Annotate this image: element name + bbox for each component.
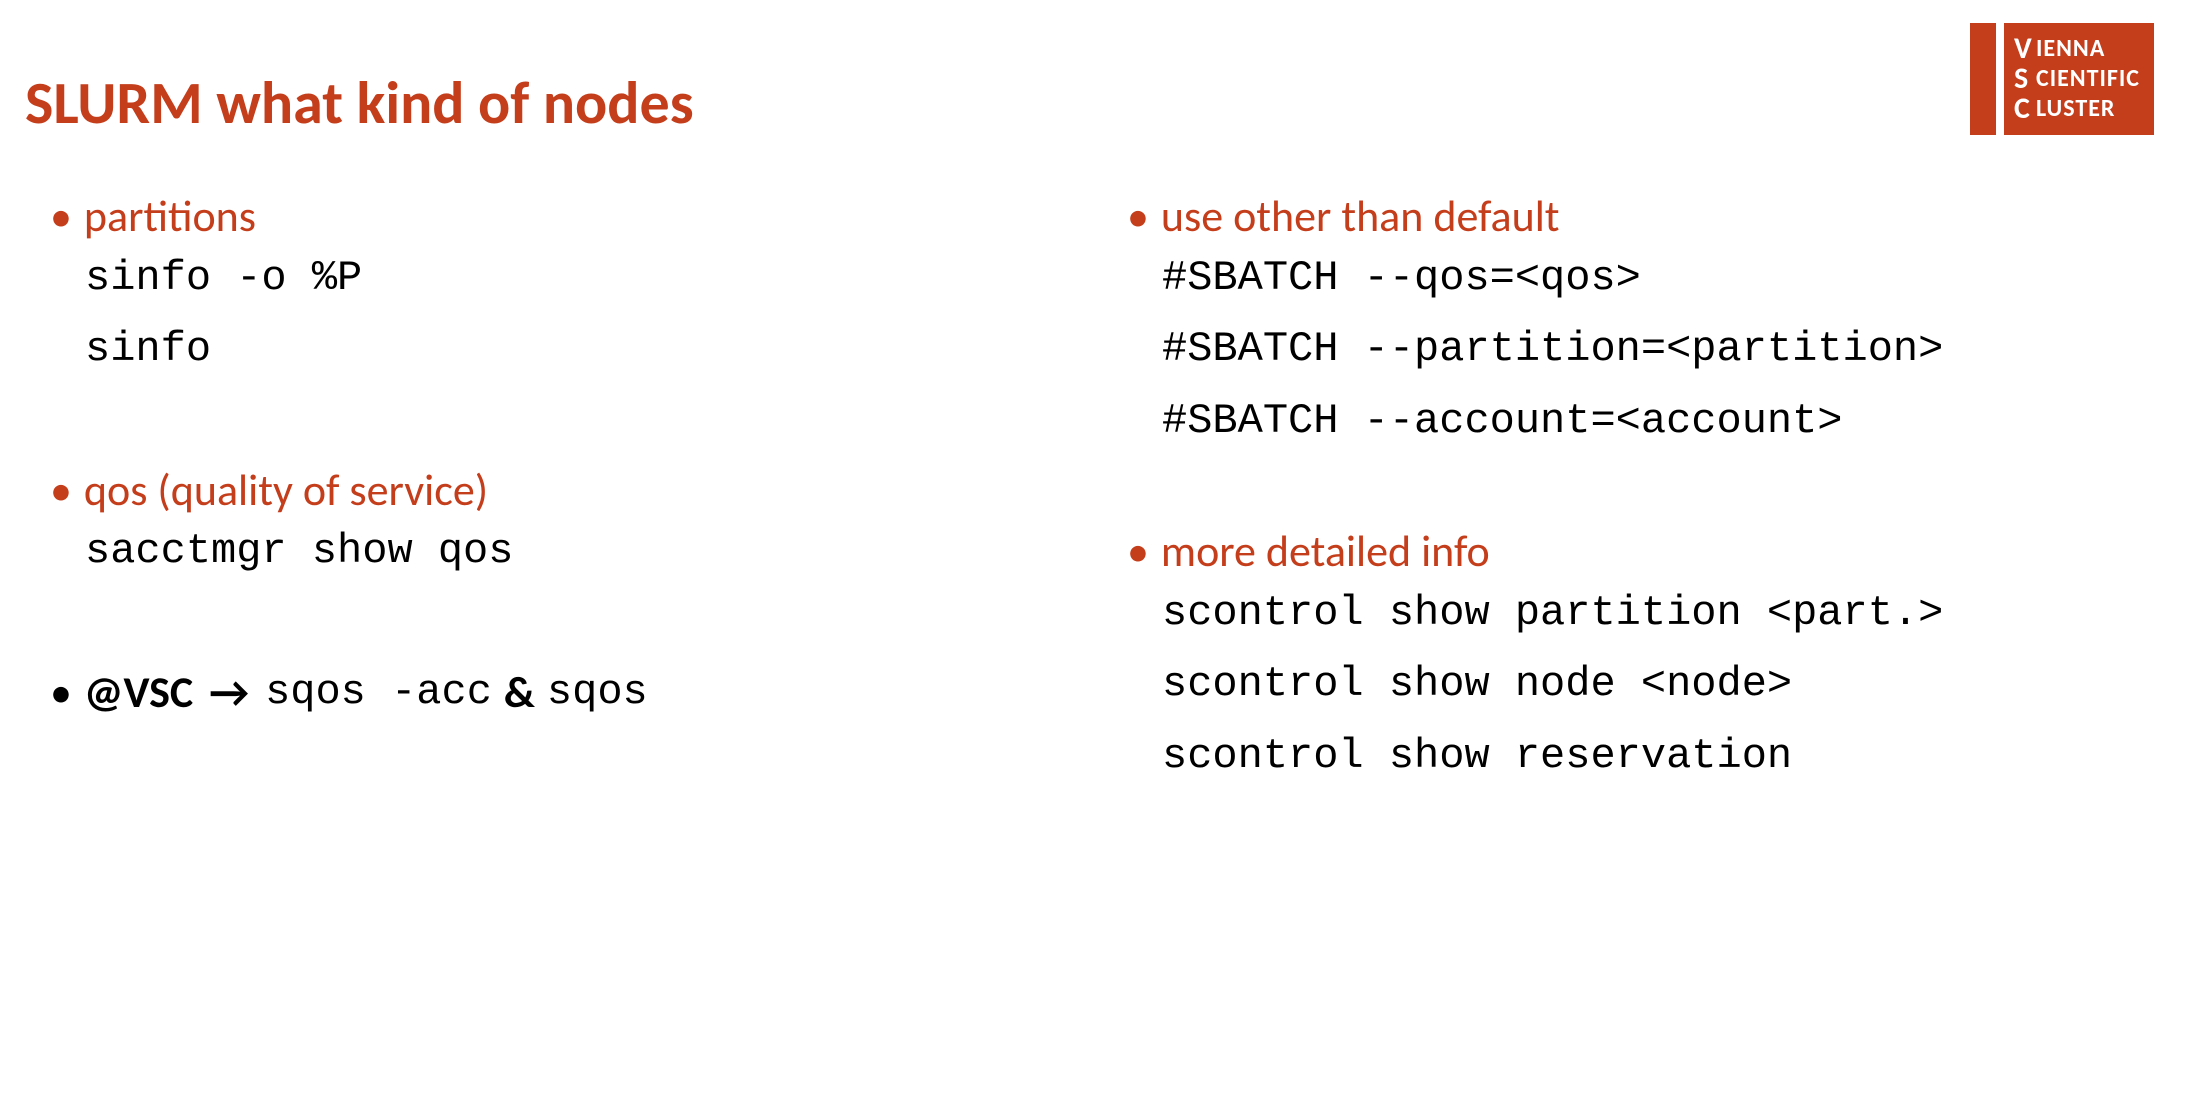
cmd-scontrol-node: scontrol show node <node>: [1127, 649, 2154, 720]
cmd-scontrol-reservation: scontrol show reservation: [1127, 721, 2154, 792]
heading-detailed-info: more detailed info: [1161, 525, 1490, 578]
left-column: • partitions sinfo -o %P sinfo • qos (qu…: [50, 190, 1117, 800]
bullet-atvsc: • @VSC → sqos -acc & sqos: [50, 666, 1077, 719]
right-column: • use other than default #SBATCH --qos=<…: [1117, 190, 2154, 800]
logo-letter-c: C: [2014, 94, 2036, 124]
logo-accent-bar: [1970, 23, 1996, 135]
bullet-qos: • qos (quality of service) sacctmgr show…: [50, 464, 1077, 588]
cmd-sbatch-partition: #SBATCH --partition=<partition>: [1127, 314, 2154, 385]
cmd-scontrol-partition: scontrol show partition <part.>: [1127, 578, 2154, 649]
cmd-sqos-acc: sqos -acc: [265, 667, 492, 717]
cmd-sinfo-op: sinfo -o %P: [50, 243, 1077, 314]
bullet-marker-icon: •: [50, 464, 72, 517]
bullet-use-other: • use other than default #SBATCH --qos=<…: [1127, 190, 2154, 457]
logo-text-luster: LUSTER: [2036, 97, 2115, 121]
heading-use-other: use other than default: [1161, 190, 1560, 243]
cmd-sbatch-qos: #SBATCH --qos=<qos>: [1127, 243, 2154, 314]
logo-text-cientific: CIENTIFIC: [2036, 67, 2140, 91]
bullet-detailed-info: • more detailed info scontrol show parti…: [1127, 525, 2154, 792]
cmd-sinfo: sinfo: [50, 314, 1077, 385]
bullet-marker-icon: •: [1127, 525, 1149, 578]
content-area: • partitions sinfo -o %P sinfo • qos (qu…: [50, 190, 2154, 800]
logo-text-ienna: IENNA: [2036, 37, 2105, 61]
cmd-sqos: sqos: [547, 667, 648, 717]
heading-qos: qos (quality of service): [84, 464, 488, 517]
bullet-marker-icon: •: [50, 190, 72, 243]
bullet-marker-icon: •: [50, 666, 72, 719]
heading-partitions: partitions: [84, 190, 256, 243]
cmd-sbatch-account: #SBATCH --account=<account>: [1127, 386, 2154, 457]
cmd-sacctmgr: sacctmgr show qos: [50, 516, 1077, 587]
logo-text: V IENNA S CIENTIFIC C LUSTER: [2004, 23, 2154, 135]
bullet-marker-icon: •: [1127, 190, 1149, 243]
ampersand: &: [504, 666, 535, 719]
text-atvsc: @VSC: [84, 666, 193, 719]
slide-title: SLURM what kind of nodes: [25, 67, 694, 140]
arrow-icon: →: [209, 666, 249, 719]
bullet-partitions: • partitions sinfo -o %P sinfo: [50, 190, 1077, 386]
vsc-logo: V IENNA S CIENTIFIC C LUSTER: [1970, 23, 2154, 135]
